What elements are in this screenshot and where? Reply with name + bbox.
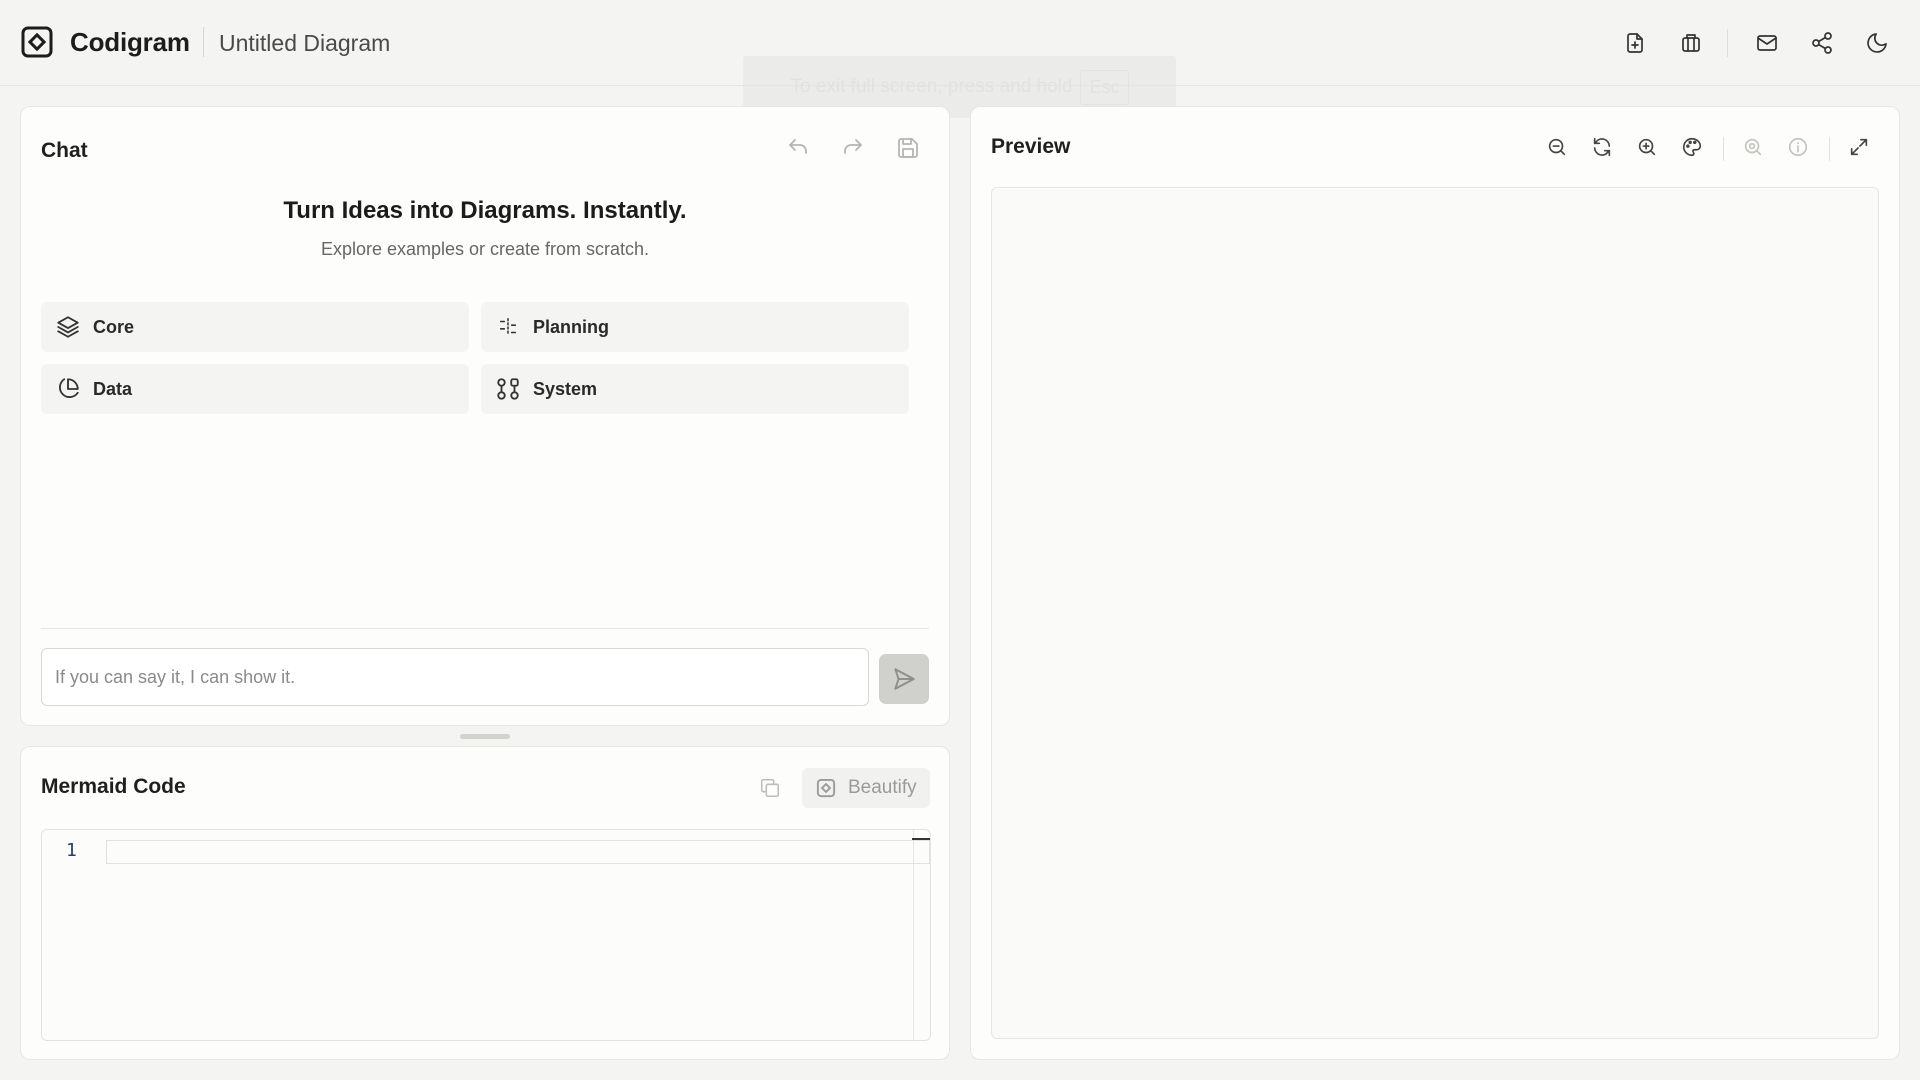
hero-subtitle: Explore examples or create from scratch. (320, 239, 650, 259)
code-editor[interactable]: 1 (41, 829, 931, 1041)
mermaid-code-panel: Mermaid Code Beautify 1 (20, 746, 950, 1060)
send-button[interactable] (879, 654, 929, 704)
codigram-logo-icon[interactable] (21, 26, 53, 58)
active-line[interactable] (106, 840, 930, 864)
chat-divider (41, 628, 929, 629)
category-label: Planning (533, 316, 609, 337)
category-data-button[interactable]: Data (41, 364, 469, 414)
header-separator (1727, 29, 1728, 57)
category-label: Core (93, 316, 135, 337)
title-divider (203, 27, 204, 57)
app-name: Codigram (70, 27, 190, 57)
share-icon[interactable] (1807, 28, 1837, 58)
beautify-button[interactable]: Beautify (802, 768, 930, 808)
info-icon[interactable] (1783, 132, 1813, 162)
new-file-icon[interactable] (1620, 28, 1650, 58)
category-label: Data (93, 378, 133, 399)
search-icon[interactable] (1738, 132, 1768, 162)
copy-icon[interactable] (755, 773, 785, 803)
category-planning-button[interactable]: Planning (481, 302, 909, 352)
chat-input[interactable] (41, 648, 869, 706)
line-number: 1 (66, 840, 77, 861)
undo-icon[interactable] (783, 133, 813, 163)
category-core-button[interactable]: Core (41, 302, 469, 352)
category-label: System (533, 378, 598, 399)
zoom-out-icon[interactable] (1542, 132, 1572, 162)
timeline-icon (495, 314, 521, 340)
toast-text: To exit full screen, press and hold (790, 76, 1073, 97)
palette-icon[interactable] (1677, 132, 1707, 162)
templates-icon[interactable] (1676, 28, 1706, 58)
zoom-in-icon[interactable] (1632, 132, 1662, 162)
hero-title: Turn Ideas into Diagrams. Instantly. (283, 197, 687, 224)
nodes-icon (495, 376, 521, 402)
document-title[interactable]: Untitled Diagram (219, 28, 390, 58)
beautify-label: Beautify (848, 777, 917, 798)
preview-canvas[interactable] (991, 187, 1879, 1039)
preview-title: Preview (991, 135, 1071, 158)
save-icon[interactable] (893, 133, 923, 163)
redo-icon[interactable] (838, 133, 868, 163)
pie-chart-icon (55, 376, 81, 402)
chat-title: Chat (41, 139, 88, 162)
preview-panel: Preview (970, 106, 1900, 1060)
expand-icon[interactable] (1844, 132, 1874, 162)
editor-scrollbar[interactable] (913, 830, 914, 1040)
scrollbar-marker (912, 838, 930, 840)
refresh-icon[interactable] (1587, 132, 1617, 162)
mail-icon[interactable] (1752, 28, 1782, 58)
code-title: Mermaid Code (41, 775, 186, 798)
toast-key: Esc (1080, 69, 1129, 105)
beautify-icon (816, 778, 836, 798)
moon-icon[interactable] (1862, 28, 1892, 58)
toolbar-separator (1829, 137, 1830, 161)
category-system-button[interactable]: System (481, 364, 909, 414)
chat-panel: Chat Turn Ideas into Diagrams. Instantly… (20, 106, 950, 726)
send-icon (891, 666, 917, 692)
toolbar-separator (1723, 137, 1724, 161)
layers-icon (55, 314, 81, 340)
panel-resize-handle[interactable] (460, 734, 510, 739)
